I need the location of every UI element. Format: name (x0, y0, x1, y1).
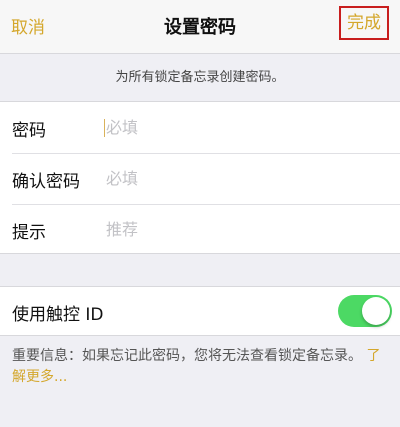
text-cursor (104, 119, 105, 137)
info-banner: 为所有锁定备忘录创建密码。 (115, 70, 285, 85)
set-password-screen: 取消 设置密码 完成 为所有锁定备忘录创建密码。 密码 确认密码 提示 使用触控… (0, 0, 400, 427)
hint-field[interactable] (106, 214, 376, 244)
password-row: 密码 (0, 102, 400, 153)
touch-id-label: 使用触控 ID (12, 305, 104, 325)
navigation-bar: 取消 设置密码 完成 (0, 0, 400, 54)
confirm-password-row: 确认密码 (0, 153, 400, 204)
touch-id-row: 使用触控 ID (0, 286, 400, 336)
hint-label: 提示 (12, 223, 46, 243)
password-label: 密码 (12, 121, 46, 141)
touch-id-toggle[interactable] (338, 295, 392, 327)
toggle-knob (362, 297, 390, 325)
password-field[interactable] (106, 112, 376, 142)
confirm-password-label: 确认密码 (12, 172, 80, 192)
password-form: 密码 确认密码 提示 (0, 101, 400, 254)
done-button[interactable]: 完成 (339, 6, 389, 40)
confirm-password-field[interactable] (106, 163, 376, 193)
hint-row: 提示 (0, 204, 400, 255)
note-text: 重要信息：如果忘记此密码，您将无法查看锁定备忘录。 (12, 348, 362, 364)
important-note: 重要信息：如果忘记此密码，您将无法查看锁定备忘录。 了解更多... (12, 346, 388, 388)
